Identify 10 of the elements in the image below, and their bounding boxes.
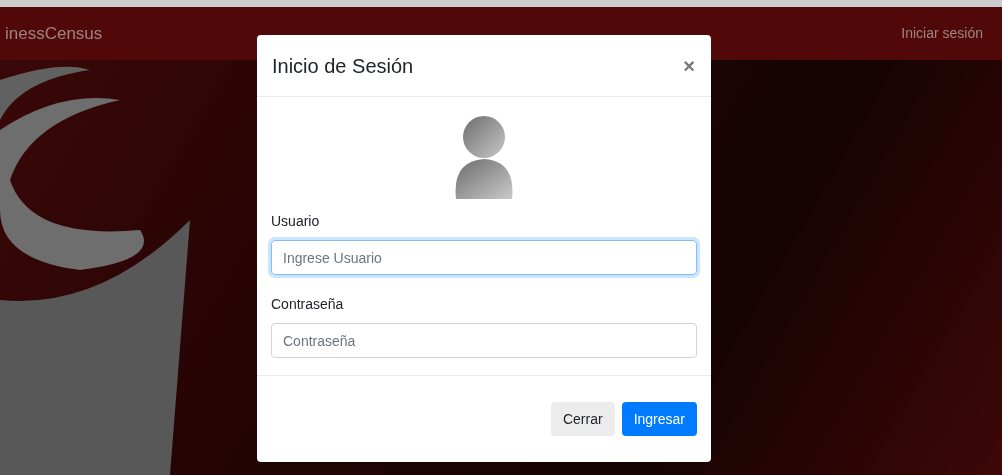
close-button[interactable]: ×: [683, 55, 695, 76]
field-label: Contraseña: [271, 295, 345, 314]
field-label: Usuario: [271, 212, 321, 231]
dialog-title: Inicio de Sesión: [272, 53, 414, 79]
cancel-button[interactable]: Cerrar: [550, 402, 615, 436]
input-field[interactable]: Contraseña: [271, 323, 697, 358]
submit-button[interactable]: Ingresar: [621, 402, 697, 436]
login-link[interactable]: Iniciar sesión: [901, 23, 983, 44]
input-field[interactable]: Ingrese Usuario: [271, 240, 697, 275]
brand-name[interactable]: inessCensus: [5, 20, 103, 47]
